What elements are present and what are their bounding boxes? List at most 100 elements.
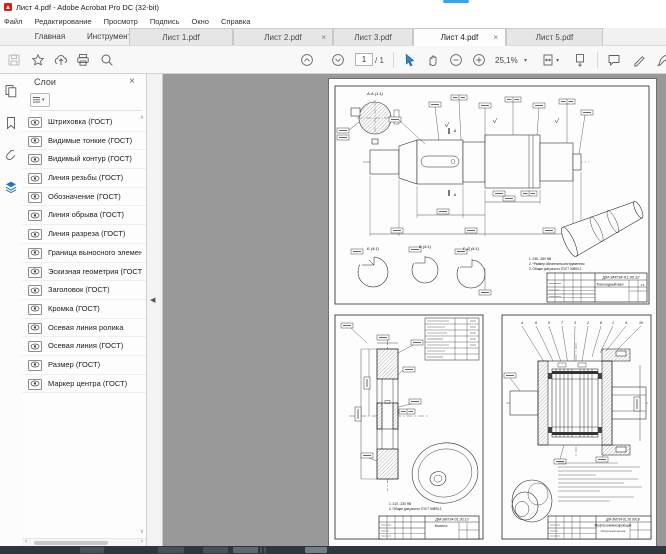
doc-type: Сборочный чертеж bbox=[601, 529, 626, 533]
panel-gutter: ◀ bbox=[147, 74, 163, 546]
eye-toggle[interactable] bbox=[28, 285, 42, 296]
tab-doc-4-active[interactable]: Лист 4.pdf× bbox=[413, 28, 506, 46]
tab-doc-2[interactable]: Лист 2.pdf× bbox=[233, 28, 333, 45]
tab-doc-1[interactable]: Лист 1.pdf bbox=[129, 28, 233, 45]
eye-toggle[interactable] bbox=[28, 267, 42, 278]
next-page-button[interactable] bbox=[331, 53, 345, 67]
scroll-left-icon[interactable]: ‹ bbox=[25, 538, 27, 545]
toolbar-divider bbox=[393, 52, 394, 68]
close-icon[interactable]: × bbox=[493, 29, 498, 46]
layer-row[interactable]: Граница выносного элемента bbox=[22, 244, 146, 263]
fit-page-button[interactable] bbox=[541, 53, 555, 67]
pdf-page[interactable]: А-А (1:1) А А Б (4:1) В (4:1) Г, Д (4:1)… bbox=[329, 79, 656, 546]
eye-toggle[interactable] bbox=[28, 229, 42, 240]
layer-row[interactable]: Кромка (ГОСТ) bbox=[22, 300, 146, 319]
tab-doc-5[interactable]: Лист 5.pdf bbox=[506, 28, 603, 45]
bookmarks-button[interactable] bbox=[4, 116, 18, 130]
layer-label: Линия обрыва (ГОСТ) bbox=[48, 206, 142, 224]
page-number-input[interactable] bbox=[355, 53, 373, 66]
taskbar-item[interactable] bbox=[305, 547, 327, 553]
menu-sign[interactable]: Подпись bbox=[144, 17, 186, 26]
taskbar-item[interactable] bbox=[233, 547, 258, 553]
part-name: Муфта компенсирующая bbox=[595, 524, 632, 528]
panel-horizontal-scrollbar[interactable]: ‹ › bbox=[22, 538, 146, 546]
taskbar-item[interactable] bbox=[80, 547, 104, 553]
detail-b-label: Б (4:1) bbox=[367, 246, 380, 251]
close-icon[interactable]: × bbox=[321, 29, 326, 46]
eye-toggle[interactable] bbox=[28, 136, 42, 147]
zoom-dropdown-caret[interactable]: ▾ bbox=[524, 57, 527, 64]
eye-toggle[interactable] bbox=[28, 192, 42, 203]
eye-toggle[interactable] bbox=[28, 117, 42, 128]
taskbar-item[interactable] bbox=[158, 547, 184, 553]
eye-toggle[interactable] bbox=[28, 360, 42, 371]
taskbar-item[interactable] bbox=[260, 547, 262, 553]
fit-page-icon bbox=[541, 53, 555, 67]
eye-toggle[interactable] bbox=[28, 323, 42, 334]
layer-label: Маркер центра (ГОСТ) bbox=[48, 375, 142, 393]
comment-button[interactable] bbox=[607, 53, 621, 67]
layer-row[interactable]: Линия разреза (ГОСТ) bbox=[22, 225, 146, 244]
layer-row[interactable]: Штриховка (ГОСТ) bbox=[22, 113, 146, 132]
scrolling-mode-button[interactable] bbox=[573, 53, 587, 67]
zoom-out-button[interactable] bbox=[449, 53, 463, 67]
eye-toggle[interactable] bbox=[28, 173, 42, 184]
layers-list: Штриховка (ГОСТ) Видимые тонкие (ГОСТ) В… bbox=[22, 113, 146, 393]
layer-row[interactable]: Обозначение (ГОСТ) bbox=[22, 188, 146, 207]
scrollbar-thumb[interactable] bbox=[34, 541, 108, 546]
scroll-right-icon[interactable]: › bbox=[141, 538, 143, 545]
document-canvas[interactable]: А-А (1:1) А А Б (4:1) В (4:1) Г, Д (4:1)… bbox=[163, 74, 666, 546]
layer-row[interactable]: Эскизная геометрия (ГОСТ) bbox=[22, 263, 146, 282]
eye-toggle[interactable] bbox=[28, 379, 42, 390]
layers-button-active[interactable] bbox=[4, 180, 18, 194]
layer-row[interactable]: Осевая линия ролика bbox=[22, 319, 146, 338]
fit-dropdown-caret[interactable]: ▾ bbox=[556, 57, 559, 64]
menu-edit[interactable]: Редактирование bbox=[28, 17, 97, 26]
eye-toggle[interactable] bbox=[28, 304, 42, 315]
zoom-in-button[interactable] bbox=[472, 53, 486, 67]
select-tool-button[interactable] bbox=[404, 53, 418, 67]
eye-toggle[interactable] bbox=[28, 154, 42, 165]
print-button[interactable] bbox=[76, 53, 90, 67]
fill-sign-button[interactable] bbox=[655, 53, 666, 67]
menu-view[interactable]: Просмотр bbox=[98, 17, 144, 26]
search-button[interactable] bbox=[100, 53, 114, 67]
collapse-panel-button[interactable]: ◀ bbox=[150, 296, 155, 304]
menu-window[interactable]: Окно bbox=[186, 17, 215, 26]
layer-row[interactable]: Маркер центра (ГОСТ) bbox=[22, 375, 146, 394]
eye-toggle[interactable] bbox=[28, 210, 42, 221]
hand-tool-button[interactable] bbox=[426, 53, 440, 67]
close-icon[interactable]: × bbox=[129, 76, 135, 87]
share-button[interactable] bbox=[54, 53, 68, 67]
menu-help[interactable]: Справка bbox=[215, 17, 256, 26]
save-button[interactable] bbox=[7, 53, 21, 67]
eye-toggle[interactable] bbox=[28, 341, 42, 352]
star-button[interactable] bbox=[31, 53, 45, 67]
layer-label: Видимый контур (ГОСТ) bbox=[48, 150, 142, 168]
layer-label: Осевая линия (ГОСТ) bbox=[48, 337, 142, 355]
layer-row[interactable]: Размер (ГОСТ) bbox=[22, 356, 146, 375]
layer-row[interactable]: Видимый контур (ГОСТ) bbox=[22, 150, 146, 169]
previous-page-button[interactable] bbox=[300, 53, 314, 67]
zoom-level-value[interactable]: 25,1% bbox=[495, 56, 518, 65]
attachments-button[interactable] bbox=[4, 148, 18, 162]
menu-file[interactable]: Файл bbox=[0, 17, 28, 26]
taskbar-item[interactable] bbox=[203, 547, 228, 553]
eye-toggle[interactable] bbox=[28, 248, 42, 259]
layer-row[interactable]: Линия резьбы (ГОСТ) bbox=[22, 169, 146, 188]
scroll-down-icon[interactable]: ∨ bbox=[140, 528, 144, 535]
layer-row[interactable]: Заголовок (ГОСТ) bbox=[22, 281, 146, 300]
eye-icon bbox=[30, 268, 40, 275]
pencil-button[interactable] bbox=[632, 53, 646, 67]
callout-number: 3 bbox=[574, 321, 576, 325]
taskbar-item[interactable] bbox=[264, 547, 266, 553]
sheet-shaft-drawing: А-А (1:1) А А Б (4:1) В (4:1) Г, Д (4:1)… bbox=[333, 84, 651, 306]
layer-row[interactable]: Линия обрыва (ГОСТ) bbox=[22, 206, 146, 225]
tab-home[interactable]: Главная bbox=[20, 28, 80, 46]
layer-options-button[interactable]: ▾ bbox=[30, 93, 50, 107]
layer-row[interactable]: Осевая линия (ГОСТ) bbox=[22, 337, 146, 356]
tab-doc-3[interactable]: Лист 3.pdf bbox=[333, 28, 413, 45]
layer-row[interactable]: Видимые тонкие (ГОСТ) bbox=[22, 132, 146, 151]
page-thumbnails-button[interactable] bbox=[4, 84, 18, 98]
eye-icon bbox=[30, 380, 40, 387]
